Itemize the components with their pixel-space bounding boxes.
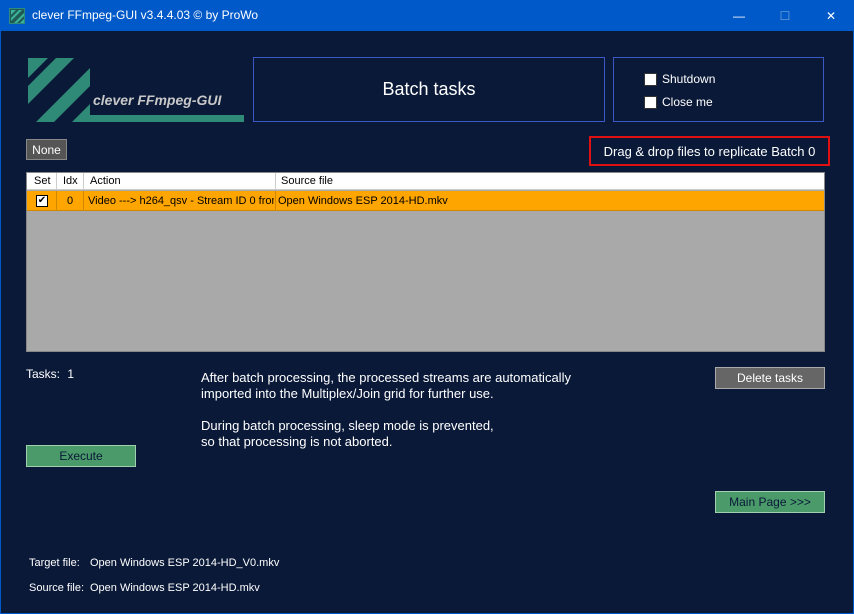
table-row[interactable]: ✔ 0 Video ---> h264_qsv - Stream ID 0 fr… xyxy=(27,191,824,211)
grid-header: Set Idx Action Source file xyxy=(27,173,824,190)
info-line-4: so that processing is not aborted. xyxy=(201,434,393,449)
close-me-label: Close me xyxy=(662,95,713,109)
column-header-source[interactable]: Source file xyxy=(281,175,333,187)
logo-text: clever FFmpeg-GUI xyxy=(93,92,222,108)
shutdown-option[interactable]: Shutdown xyxy=(644,72,715,86)
source-file-label: Source file: xyxy=(29,582,85,594)
close-me-checkbox[interactable] xyxy=(644,95,657,109)
row-source-file: Open Windows ESP 2014-HD.mkv xyxy=(278,195,448,207)
info-line-2: imported into the Multiplex/Join grid fo… xyxy=(201,386,494,401)
minimize-button[interactable]: — xyxy=(716,0,762,31)
shutdown-checkbox[interactable] xyxy=(644,72,657,86)
shutdown-label: Shutdown xyxy=(662,72,716,86)
drag-drop-label: Drag & drop files to replicate Batch 0 xyxy=(603,143,816,159)
options-panel: Shutdown Close me xyxy=(613,57,824,122)
column-header-idx[interactable]: Idx xyxy=(63,175,78,187)
tasks-count: Tasks: 1 xyxy=(26,367,74,381)
info-line-1: After batch processing, the processed st… xyxy=(201,370,571,385)
main-page-button[interactable]: Main Page >>> xyxy=(715,491,825,513)
close-button[interactable]: ✕ xyxy=(808,0,854,31)
page-title-text: Batch tasks xyxy=(382,79,476,99)
title-bar[interactable]: clever FFmpeg-GUI v3.4.4.03 © by ProWo —… xyxy=(0,0,854,31)
target-file-value: Open Windows ESP 2014-HD_V0.mkv xyxy=(90,557,280,569)
delete-tasks-button[interactable]: Delete tasks xyxy=(715,367,825,389)
target-file-label: Target file: xyxy=(29,557,80,569)
window-title: clever FFmpeg-GUI v3.4.4.03 © by ProWo xyxy=(32,8,259,22)
execute-button[interactable]: Execute xyxy=(26,445,136,467)
maximize-button[interactable]: ☐ xyxy=(762,0,808,31)
page-title: Batch tasks xyxy=(253,57,605,122)
info-text: After batch processing, the processed st… xyxy=(201,370,571,450)
app-logo xyxy=(26,56,244,124)
row-set-checkbox[interactable]: ✔ xyxy=(36,195,48,207)
close-me-option[interactable]: Close me xyxy=(644,95,713,109)
none-button[interactable]: None xyxy=(26,139,67,160)
batch-grid[interactable]: Set Idx Action Source file ✔ 0 Video ---… xyxy=(26,172,825,352)
tasks-value: 1 xyxy=(67,367,75,381)
source-file-value: Open Windows ESP 2014-HD.mkv xyxy=(90,582,260,594)
column-header-set[interactable]: Set xyxy=(34,175,51,187)
info-line-3: During batch processing, sleep mode is p… xyxy=(201,418,494,433)
tasks-label: Tasks: xyxy=(26,367,61,381)
row-idx: 0 xyxy=(67,195,74,207)
drag-drop-hint: Drag & drop files to replicate Batch 0 xyxy=(589,136,830,166)
app-icon xyxy=(9,8,25,24)
column-header-action[interactable]: Action xyxy=(90,175,121,187)
row-action: Video ---> h264_qsv - Stream ID 0 from xyxy=(88,195,274,207)
